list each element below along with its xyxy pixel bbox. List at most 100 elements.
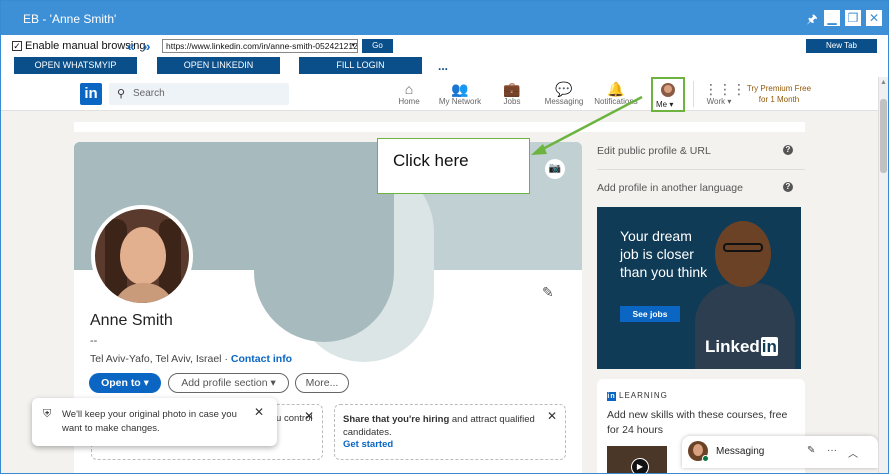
nav-network-label: My Network bbox=[438, 97, 482, 106]
more-icon[interactable]: ··· bbox=[827, 445, 837, 456]
nav-home[interactable]: ⌂ Home bbox=[397, 81, 421, 106]
linkedin-header: in ⚲ Search ⌂ Home 👥 My Network 💼 Jobs 💬… bbox=[1, 77, 878, 112]
compose-icon[interactable]: ✎ bbox=[807, 445, 815, 456]
chevron-up-icon[interactable]: ︿ bbox=[848, 445, 858, 460]
close-icon[interactable]: ✕ bbox=[254, 405, 264, 419]
play-icon[interactable]: ▶ bbox=[631, 458, 649, 473]
location-separator: · bbox=[224, 353, 228, 365]
pin-icon[interactable]: 🖈 bbox=[805, 10, 819, 26]
profile-location: Tel Aviv-Yafo, Tel Aviv, Israel · Contac… bbox=[90, 353, 292, 365]
chevron-down-icon[interactable]: ▾ bbox=[351, 40, 355, 52]
nav-home-label: Home bbox=[398, 97, 420, 106]
camera-icon[interactable]: 📷 bbox=[545, 159, 565, 179]
new-tab-button[interactable]: New Tab bbox=[806, 39, 877, 53]
search-placeholder: Search bbox=[133, 88, 165, 99]
toast-text: We'll keep your original photo in case y… bbox=[62, 409, 237, 434]
hiring-card[interactable]: ✕ Share that you're hiring and attract q… bbox=[334, 404, 566, 460]
open-linkedin-button[interactable]: OPEN LINKEDIN bbox=[157, 57, 280, 74]
title-bar: EB - 'Anne Smith' 🖈 ▁ ❐ ✕ bbox=[1, 1, 888, 35]
search-input[interactable]: ⚲ Search bbox=[109, 83, 289, 105]
contact-info-link[interactable]: Contact info bbox=[231, 353, 292, 365]
learning-header: in LEARNING bbox=[607, 391, 668, 401]
go-button[interactable]: Go bbox=[362, 39, 393, 53]
open-whatsmyip-button[interactable]: OPEN WHATSMYIP bbox=[14, 57, 137, 74]
course-thumbnail[interactable]: ▶ bbox=[607, 446, 667, 473]
avatar bbox=[661, 83, 675, 97]
premium-link[interactable]: Try Premium Free for 1 Month bbox=[744, 83, 814, 105]
window-controls: 🖈 ▁ ❐ ✕ bbox=[805, 10, 882, 26]
close-icon[interactable]: ✕ bbox=[547, 409, 557, 423]
window-title: EB - 'Anne Smith' bbox=[23, 12, 117, 26]
add-profile-section-button[interactable]: Add profile section ▾ bbox=[168, 373, 289, 393]
online-status-icon bbox=[702, 455, 709, 462]
more-button[interactable]: More... bbox=[295, 373, 349, 393]
nav-work[interactable]: ⋮⋮⋮ Work ▾ bbox=[704, 81, 746, 106]
nav-jobs-label: Jobs bbox=[503, 97, 521, 106]
hiring-bold: Share that you're hiring bbox=[343, 414, 450, 425]
scroll-up-icon[interactable]: ▲ bbox=[880, 79, 887, 86]
nav-me[interactable]: Me ▾ bbox=[651, 77, 685, 112]
nav-work-label: Work ▾ bbox=[706, 97, 732, 106]
app-window: EB - 'Anne Smith' 🖈 ▁ ❐ ✕ ✓ Enable manua… bbox=[0, 0, 889, 474]
people-icon: 👥 bbox=[451, 81, 469, 97]
chat-icon: 💬 bbox=[555, 81, 573, 97]
scrollbar[interactable]: ▲ bbox=[878, 77, 888, 473]
fill-login-button[interactable]: FILL LOGIN bbox=[299, 57, 422, 74]
callout-text: Click here bbox=[393, 151, 469, 170]
shield-icon: ⛨ bbox=[43, 408, 52, 420]
linkedin-brand-logo: Linked in bbox=[705, 337, 778, 356]
minimize-button[interactable]: ▁ bbox=[824, 10, 840, 26]
nav-notifications[interactable]: 🔔 Notifications bbox=[593, 81, 639, 106]
profile-photo[interactable] bbox=[91, 205, 193, 307]
bell-icon: 🔔 bbox=[607, 81, 625, 97]
see-jobs-button[interactable]: See jobs bbox=[620, 306, 680, 322]
edit-public-profile-link[interactable]: Edit public profile & URL ? bbox=[597, 145, 805, 157]
edit-pencil-icon[interactable]: ✎ bbox=[542, 284, 554, 301]
nav-me-label: Me ▾ bbox=[656, 100, 674, 109]
manual-browsing-checkbox[interactable]: ✓ Enable manual browsing bbox=[12, 40, 145, 52]
forward-button[interactable]: » bbox=[143, 38, 159, 54]
grid-icon: ⋮⋮⋮ bbox=[704, 81, 746, 97]
close-button[interactable]: ✕ bbox=[866, 10, 882, 26]
location-text: Tel Aviv-Yafo, Tel Aviv, Israel bbox=[90, 353, 222, 365]
home-icon: ⌂ bbox=[404, 81, 414, 97]
messaging-label: Messaging bbox=[716, 446, 765, 457]
top-banner-strip bbox=[74, 122, 805, 132]
edit-public-profile-text: Edit public profile & URL bbox=[597, 145, 711, 157]
help-icon[interactable]: ? bbox=[783, 145, 793, 155]
profile-name: Anne Smith bbox=[90, 312, 173, 329]
nav-notifications-label: Notifications bbox=[594, 97, 638, 106]
premium-line1: Try Premium Free bbox=[746, 84, 812, 93]
more-options-button[interactable]: ... bbox=[438, 59, 448, 73]
browser-toolbar: ✓ Enable manual browsing «» https://www.… bbox=[1, 35, 888, 77]
add-language-text: Add profile in another language bbox=[597, 182, 743, 194]
photo-toast: ⛨ We'll keep your original photo in case… bbox=[32, 398, 277, 446]
restore-button[interactable]: ❐ bbox=[845, 10, 861, 26]
back-button[interactable]: « bbox=[127, 38, 143, 54]
add-language-link[interactable]: Add profile in another language ? bbox=[597, 182, 805, 194]
profile-headline: -- bbox=[90, 335, 98, 347]
linkedin-logo[interactable]: in bbox=[80, 83, 102, 105]
nav-messaging[interactable]: 💬 Messaging bbox=[543, 81, 585, 106]
messaging-bar[interactable]: Messaging ✎ ··· ︿ bbox=[682, 436, 878, 468]
jobs-ad[interactable]: Your dream job is closer than you think … bbox=[597, 207, 801, 369]
click-here-callout: Click here bbox=[377, 138, 530, 194]
nav-jobs[interactable]: 💼 Jobs bbox=[502, 81, 522, 106]
ad-text: Your dream job is closer than you think bbox=[620, 228, 708, 280]
linkedin-learning-icon: in bbox=[607, 392, 616, 401]
get-started-link[interactable]: Get started bbox=[343, 439, 393, 450]
history-arrows: «» bbox=[127, 38, 159, 54]
nav-my-network[interactable]: 👥 My Network bbox=[437, 81, 483, 106]
briefcase-icon: 💼 bbox=[503, 81, 521, 97]
divider bbox=[693, 81, 694, 107]
nav-messaging-label: Messaging bbox=[544, 97, 584, 106]
checkbox-checked-icon[interactable]: ✓ bbox=[12, 41, 22, 51]
help-icon[interactable]: ? bbox=[783, 182, 793, 192]
open-to-button[interactable]: Open to ▾ bbox=[89, 373, 161, 393]
search-icon: ⚲ bbox=[117, 88, 126, 100]
close-icon[interactable]: ✕ bbox=[304, 409, 314, 423]
scrollbar-thumb[interactable] bbox=[880, 99, 887, 173]
url-text: https://www.linkedin.com/in/anne-smith-0… bbox=[166, 41, 358, 51]
url-input[interactable]: https://www.linkedin.com/in/anne-smith-0… bbox=[162, 39, 358, 53]
premium-line2: for 1 Month bbox=[758, 95, 800, 104]
